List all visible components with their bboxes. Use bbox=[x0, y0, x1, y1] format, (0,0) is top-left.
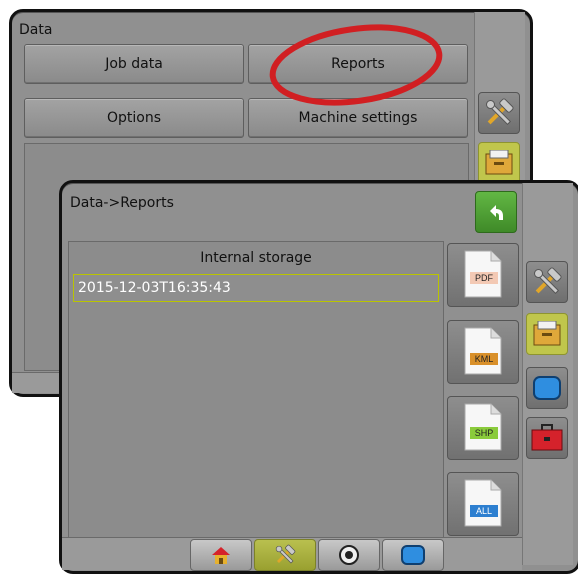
toolbox-tab[interactable] bbox=[526, 417, 568, 459]
data-folder-icon bbox=[533, 321, 561, 346]
all-file-icon: ALL bbox=[464, 479, 502, 527]
data-tab[interactable] bbox=[478, 142, 520, 184]
all-export-button[interactable]: ALL bbox=[447, 472, 519, 536]
screen-tab[interactable] bbox=[526, 367, 568, 409]
shp-export-button[interactable]: SHP bbox=[447, 396, 519, 460]
kml-file-icon: KML bbox=[464, 327, 502, 375]
home-button[interactable] bbox=[190, 539, 252, 571]
tools-tab[interactable] bbox=[526, 261, 568, 303]
camera-button[interactable] bbox=[318, 539, 380, 571]
shp-label: SHP bbox=[475, 428, 494, 438]
camera-icon bbox=[339, 545, 359, 565]
home-icon bbox=[212, 547, 230, 564]
job-data-button[interactable]: Job data bbox=[24, 44, 244, 84]
screen-button[interactable] bbox=[382, 539, 444, 571]
screen-icon bbox=[533, 376, 561, 400]
pdf-export-button[interactable]: PDF bbox=[447, 243, 519, 307]
reports-window: Data->Reports Internal storage 2015-12-0… bbox=[59, 180, 578, 574]
kml-label: KML bbox=[475, 354, 494, 364]
window-title: Data bbox=[19, 22, 53, 38]
file-list[interactable]: Internal storage 2015-12-03T16:35:43 bbox=[68, 241, 444, 541]
window-title: Data->Reports bbox=[70, 195, 174, 211]
tools-button[interactable] bbox=[254, 539, 316, 571]
highlight-ring bbox=[269, 24, 443, 106]
back-arrow-icon bbox=[490, 205, 503, 220]
tools-tab[interactable] bbox=[478, 92, 520, 134]
tools-icon bbox=[534, 267, 562, 295]
list-item[interactable]: 2015-12-03T16:35:43 bbox=[73, 274, 439, 302]
tools-icon bbox=[486, 98, 514, 126]
data-folder-icon bbox=[485, 150, 513, 175]
tools-icon bbox=[275, 544, 296, 564]
toolbox-icon bbox=[531, 424, 563, 451]
shp-file-icon: SHP bbox=[464, 403, 502, 451]
list-header: Internal storage bbox=[200, 250, 312, 266]
options-button[interactable]: Options bbox=[24, 98, 244, 138]
screen-icon bbox=[401, 545, 425, 565]
bottom-bar bbox=[62, 537, 522, 571]
pdf-file-icon: PDF bbox=[464, 250, 502, 298]
back-button[interactable] bbox=[475, 191, 517, 233]
data-tab[interactable] bbox=[526, 313, 568, 355]
pdf-label: PDF bbox=[475, 273, 494, 283]
kml-export-button[interactable]: KML bbox=[447, 320, 519, 384]
all-label: ALL bbox=[476, 506, 492, 516]
